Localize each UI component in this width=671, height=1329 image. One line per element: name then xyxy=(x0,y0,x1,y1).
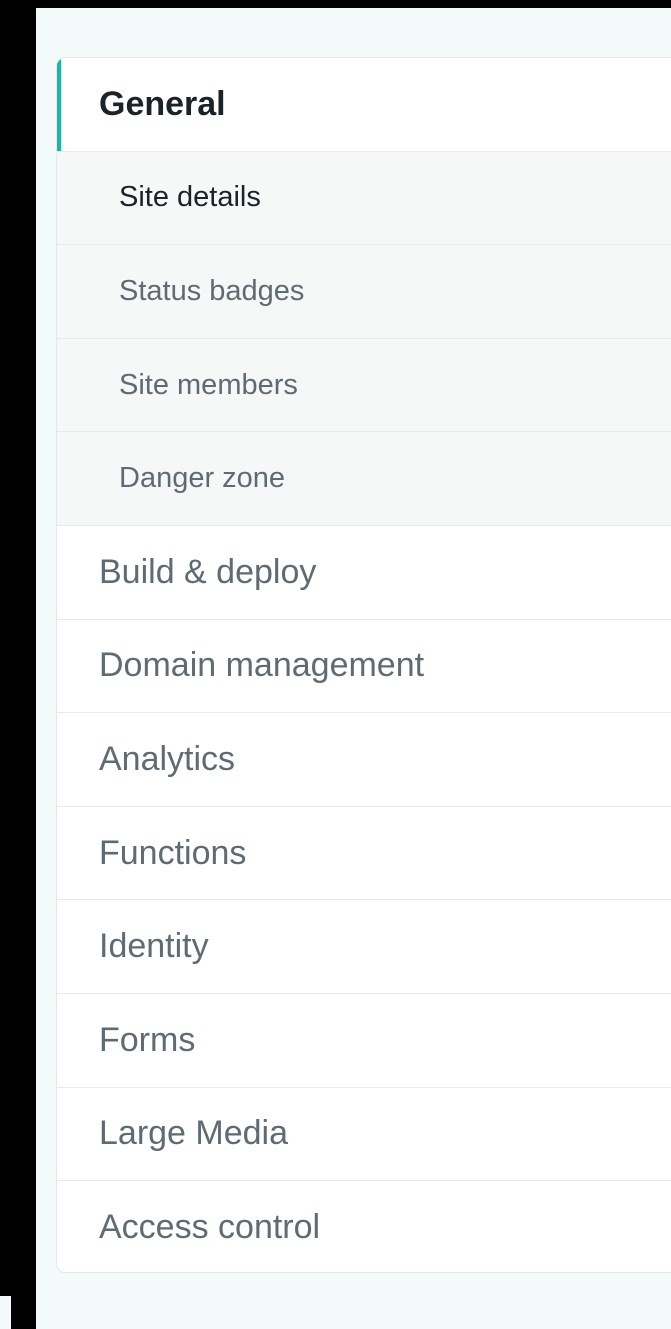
sidebar-item-general[interactable]: General xyxy=(57,58,671,152)
settings-nav-list: General Site details Status badges Site … xyxy=(57,58,671,1272)
sidebar-subitem-label: Status badges xyxy=(119,274,305,307)
sidebar-item-label: Functions xyxy=(99,833,247,872)
sidebar-item-label: Access control xyxy=(99,1208,321,1247)
sidebar-item-label: Domain management xyxy=(99,646,425,685)
sidebar-item-label: Identity xyxy=(99,927,209,966)
sidebar-subitem-label: Danger zone xyxy=(119,462,286,495)
sidebar-item-identity[interactable]: Identity xyxy=(57,900,671,994)
sidebar-item-label: Analytics xyxy=(99,739,236,778)
sidebar-item-build-deploy[interactable]: Build & deploy xyxy=(57,526,671,620)
sidebar-item-large-media[interactable]: Large Media xyxy=(57,1088,671,1182)
settings-sidebar-nav: General Site details Status badges Site … xyxy=(56,57,671,1273)
sidebar-item-access-control[interactable]: Access control xyxy=(57,1181,671,1272)
sidebar-item-analytics[interactable]: Analytics xyxy=(57,713,671,807)
sidebar-subitem-danger-zone[interactable]: Danger zone xyxy=(57,432,671,526)
page-background-edge xyxy=(0,1296,11,1329)
sidebar-item-label: Large Media xyxy=(99,1114,289,1153)
sidebar-item-domain-management[interactable]: Domain management xyxy=(57,620,671,714)
sidebar-subitem-site-members[interactable]: Site members xyxy=(57,338,671,433)
sidebar-item-functions[interactable]: Functions xyxy=(57,807,671,901)
sidebar-subitem-label: Site details xyxy=(119,181,261,214)
sidebar-subitem-status-badges[interactable]: Status badges xyxy=(57,245,671,339)
sidebar-item-label: General xyxy=(99,84,226,123)
sidebar-item-label: Build & deploy xyxy=(99,552,317,591)
sidebar-item-label: Forms xyxy=(99,1020,196,1059)
sidebar-subitem-label: Site members xyxy=(119,368,298,401)
sidebar-item-forms[interactable]: Forms xyxy=(57,994,671,1088)
sidebar-subitem-site-details[interactable]: Site details xyxy=(57,151,671,246)
